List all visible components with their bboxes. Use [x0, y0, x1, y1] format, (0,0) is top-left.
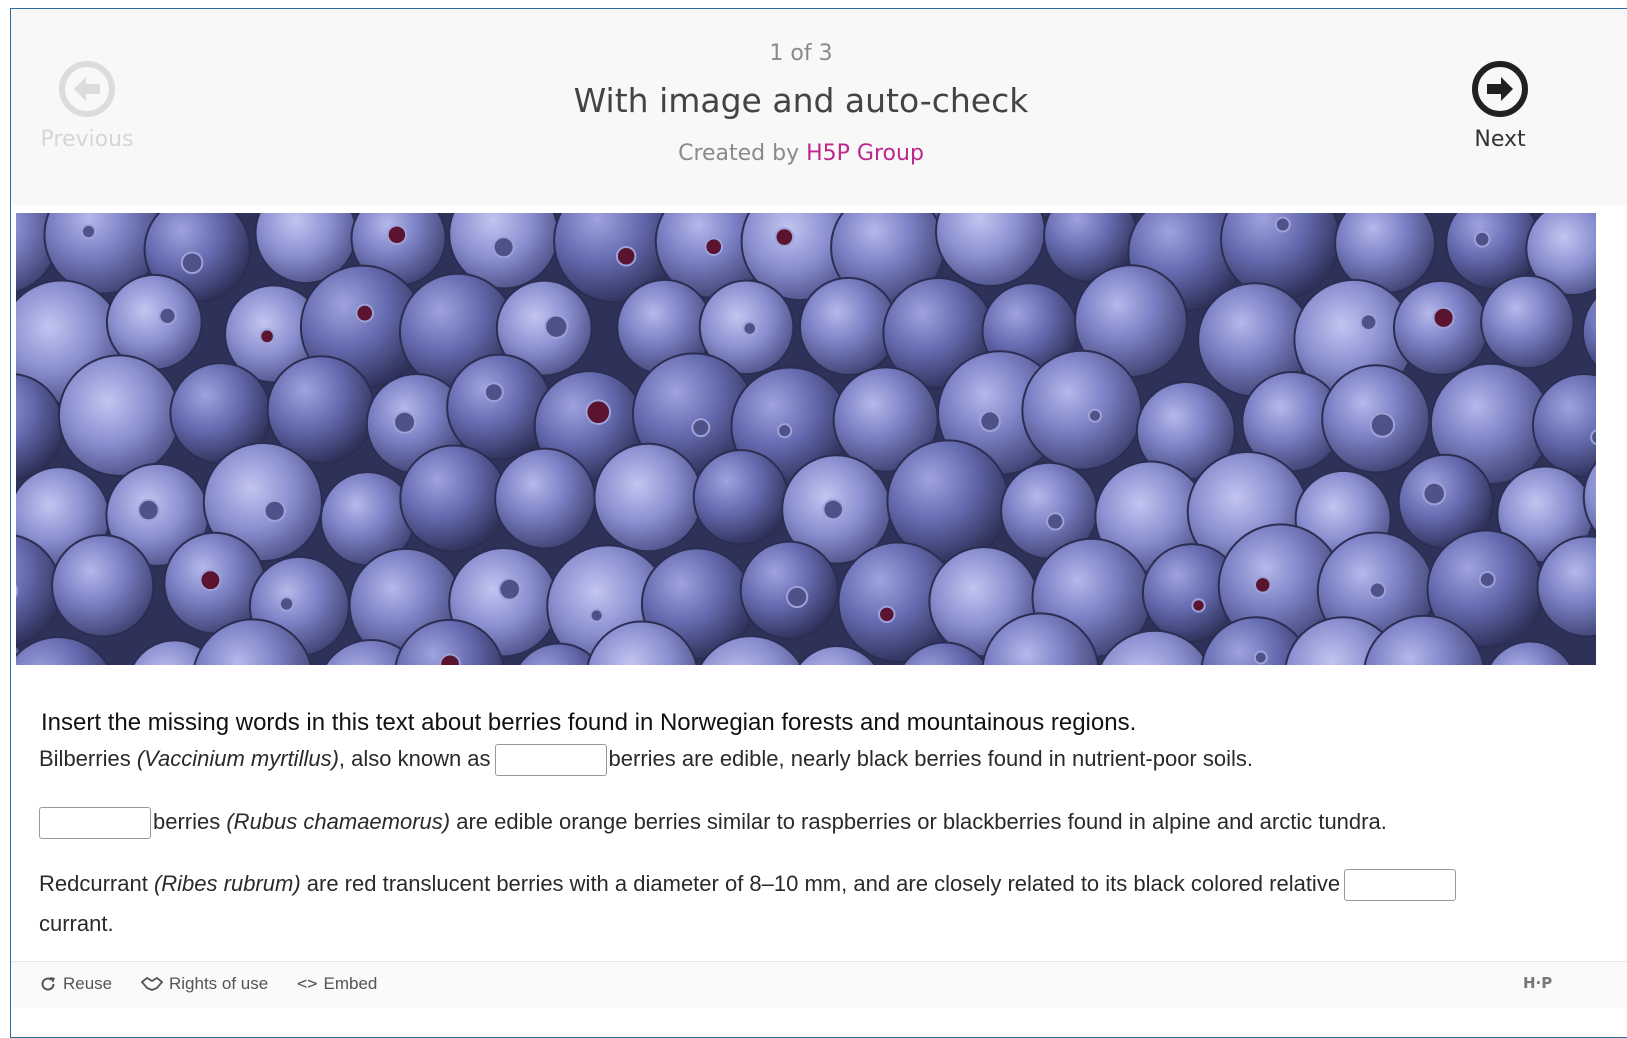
instructions-text: Insert the missing words in this text ab…	[41, 709, 1137, 736]
sentence3-latin: (Ribes rubrum)	[153, 871, 301, 896]
sentence3-after: currant.	[39, 911, 114, 936]
sentence2-after: are edible orange berries similar to ras…	[450, 809, 1387, 834]
page-counter: 1 of 3	[769, 41, 833, 66]
sentence2-latin: (Rubus chamaemorus)	[226, 809, 451, 834]
sentence1-after: berries are edible, nearly black berries…	[608, 746, 1253, 771]
next-label: Next	[1474, 127, 1526, 152]
rights-label: Rights of use	[169, 974, 269, 993]
sentence-redcurrant: Redcurrant (Ribes rubrum) are red transl…	[39, 864, 1599, 944]
handshake-icon	[141, 976, 163, 991]
sentence3-middle: are red translucent berries with a diame…	[300, 871, 1341, 896]
h5p-content-frame: Previous 1 of 3 With image and auto-chec…	[10, 8, 1627, 1038]
sentence-bilberries: Bilberries (Vaccinium myrtillus), also k…	[39, 739, 1599, 779]
blank-input-3[interactable]	[1344, 869, 1457, 902]
embed-button[interactable]: <> Embed	[297, 974, 377, 994]
footer-bar: Reuse Rights of use <> Embed H·P	[11, 961, 1627, 1008]
next-button[interactable]: Next	[1460, 61, 1540, 152]
embed-label: Embed	[323, 974, 378, 993]
sentence1-latin: (Vaccinium myrtillus)	[136, 746, 339, 771]
blueberries-image	[16, 213, 1596, 665]
created-by: Created by H5P Group	[11, 141, 1591, 166]
page-title: With image and auto-check	[573, 81, 1029, 120]
refresh-icon	[41, 977, 55, 991]
sentence-cloudberries: berries (Rubus chamaemorus) are edible o…	[39, 802, 1599, 842]
code-icon: <>	[297, 974, 318, 994]
reuse-label: Reuse	[63, 974, 113, 993]
sentence1-middle: , also known as	[338, 746, 491, 771]
author-link[interactable]: H5P Group	[806, 141, 924, 166]
arrow-right-circle-icon	[1472, 61, 1528, 117]
sentence3-before: Redcurrant	[39, 871, 154, 896]
h5p-logo[interactable]: H·P	[1523, 974, 1552, 992]
rights-of-use-button[interactable]: Rights of use	[141, 974, 268, 994]
created-by-prefix: Created by	[678, 141, 800, 166]
blank-input-2[interactable]	[39, 807, 151, 840]
sentence2-before: berries	[153, 809, 227, 834]
sentence1-before: Bilberries	[39, 746, 137, 771]
reuse-button[interactable]: Reuse	[39, 974, 112, 994]
blank-input-1[interactable]	[494, 744, 607, 777]
header: Previous 1 of 3 With image and auto-chec…	[11, 9, 1627, 205]
